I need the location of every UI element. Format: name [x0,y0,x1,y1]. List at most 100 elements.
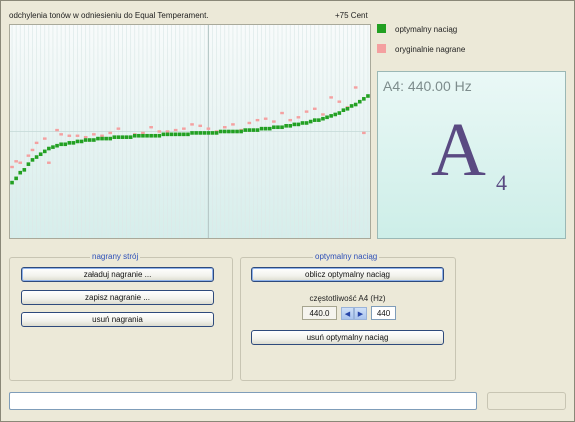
increase-frequency-button[interactable]: ▶ [354,307,367,320]
optimal-point [276,125,280,130]
original-point [263,117,268,120]
optimal-point [251,128,256,132]
original-point [182,127,186,130]
legend-swatch-optimal [377,24,386,33]
original-point [272,120,276,123]
optimal-point [357,99,362,104]
optimal-point [300,121,305,125]
legend-label-original: oryginalnie nagrane [395,45,466,54]
optimal-point [173,132,178,137]
save-recording-button[interactable]: zapisz nagranie ... [21,290,214,305]
original-point [55,128,59,132]
optimal-point [304,121,309,125]
original-point [296,116,301,119]
delete-optimal-button[interactable]: usuń optymalny naciąg [251,330,444,345]
optimal-point [308,119,313,124]
original-point [100,134,104,137]
optimal-point [92,138,96,142]
optimal-point [96,136,100,141]
status-text-field[interactable] [9,392,477,410]
compute-optimal-button[interactable]: oblicz optymalny naciąg [251,267,444,282]
optimal-point [14,176,18,181]
original-point [255,118,260,122]
delete-recordings-button[interactable]: usuń nagrania [21,312,214,327]
optimal-point [71,141,76,145]
optimal-point [186,132,190,137]
optimal-point [149,133,153,138]
original-point [108,131,113,135]
optimal-point [42,149,47,154]
status-panel [487,392,566,410]
chevron-right-icon: ▶ [357,310,364,318]
load-recording-button[interactable]: załaduj nagranie ... [21,267,214,282]
optimal-point [267,126,272,131]
optimal-point [292,122,297,127]
optimal-point [100,136,104,141]
optimal-point [362,97,366,101]
original-point [47,161,51,164]
optimal-point [67,141,72,145]
optimal-point [194,131,198,135]
optimal-point [214,131,219,135]
optimal-point [30,158,35,162]
optimal-point [227,129,231,134]
optimal-point [153,133,158,138]
optimal-point [210,131,215,135]
a4-frequency-value: 440.0 [302,306,337,320]
optimal-point [120,135,125,139]
original-point [83,135,88,139]
optimal-point [137,133,141,138]
a4-frequency-input[interactable]: 440 [371,306,396,320]
optimal-point [243,128,248,132]
original-point [157,130,162,133]
optimal-group-title: optymalny naciąg [313,252,380,261]
original-point [231,123,235,126]
recorded-group-title: nagrany strój [90,252,141,261]
optimal-point [231,129,235,134]
original-point [222,126,227,129]
optimal-point [222,129,227,134]
original-point [42,137,47,140]
original-point [206,127,211,130]
original-point [141,131,145,135]
optimal-point [165,132,170,137]
optimal-point [79,139,84,144]
original-point [304,110,309,113]
original-point [198,124,203,128]
optimal-point [87,138,92,142]
optimal-point [312,118,317,122]
optimal-point [177,132,182,137]
deviation-chart-svg [10,25,370,238]
optimal-point [83,138,88,142]
optimal-point [75,139,80,144]
original-point [165,130,170,133]
original-point [329,96,333,99]
optimal-point [325,115,329,120]
optimal-point [47,146,51,151]
optimal-point [63,142,68,147]
optimal-point [145,133,149,138]
original-point [10,165,14,169]
legend-label-optimal: optymalny naciąg [395,25,458,34]
optimal-point [169,132,174,137]
optimal-point [22,168,27,172]
optimal-point [10,180,14,185]
note-display: A4: 440.00 Hz A 4 [377,71,566,239]
deviation-chart [9,24,371,239]
note-letter: A [431,108,486,192]
decrease-frequency-button[interactable]: ◀ [341,307,354,320]
optimal-point [280,125,284,130]
optimal-point [218,129,223,134]
original-point [190,123,194,126]
optimal-point [198,131,203,135]
original-point [280,111,284,115]
optimal-point [239,129,243,134]
optimal-point [202,131,207,135]
note-octave: 4 [496,170,507,195]
chevron-left-icon: ◀ [344,310,351,318]
original-point [362,131,366,135]
optimal-point [26,162,31,166]
legend-swatch-original [377,44,386,53]
original-point [337,100,342,103]
frequency-readout: A4: 440.00 Hz [383,78,472,94]
